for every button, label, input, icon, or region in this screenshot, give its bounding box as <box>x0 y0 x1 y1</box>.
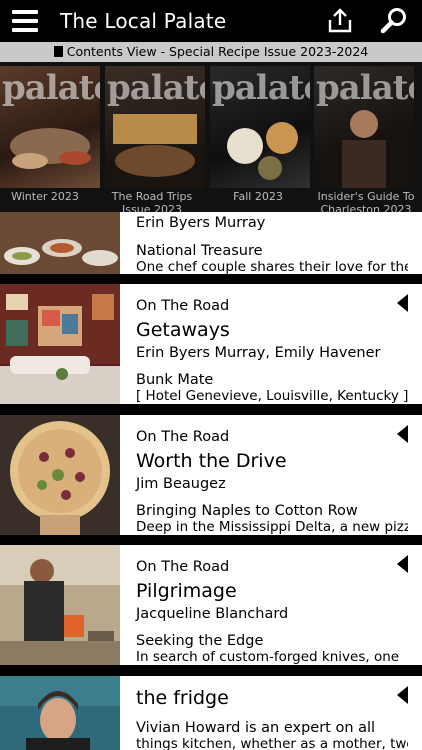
article-card[interactable]: the fridge Vivian Howard is an expert on… <box>0 676 422 750</box>
article-description: In search of custom-forged knives, one <box>136 649 400 665</box>
issue-cover-fall-2023[interactable]: palate <box>210 66 310 188</box>
article-author: Erin Byers Murray, Emily Havener <box>136 345 381 361</box>
article-thumbnail <box>0 284 120 404</box>
article-title: Getaways <box>136 319 230 341</box>
article-subtitle: National Treasure <box>136 243 263 259</box>
contents-view-label: Contents View - Special Recipe Issue 202… <box>66 44 369 59</box>
article-thumbnail <box>0 212 120 274</box>
top-app-bar: The Local Palate <box>0 0 422 42</box>
issue-cover-charleston-2023[interactable]: palate <box>314 66 414 188</box>
article-subtitle: Bringing Naples to Cotton Row <box>136 503 358 519</box>
article-thumbnail <box>0 415 120 535</box>
article-description: things kitchen, whether as a mother, two… <box>136 736 408 750</box>
contents-view-bar: Contents View - Special Recipe Issue 202… <box>0 42 422 62</box>
expand-arrow-icon[interactable] <box>397 555 408 573</box>
article-thumbnail <box>0 545 120 665</box>
article-category: On The Road <box>136 429 230 445</box>
expand-arrow-icon[interactable] <box>397 686 408 704</box>
app-title: The Local Palate <box>60 9 227 33</box>
article-author: Jacqueline Blanchard <box>136 606 289 622</box>
issue-carousel[interactable]: palate palate palate palate Winter 2023 … <box>0 62 422 212</box>
issue-cover-road-trips-2023[interactable]: palate <box>105 66 205 188</box>
article-description: Deep in the Mississippi Delta, a new piz… <box>136 519 408 535</box>
article-card[interactable]: On The Road Worth the Drive Jim Beaugez … <box>0 415 422 535</box>
article-thumbnail <box>0 676 120 750</box>
article-category: On The Road <box>136 298 230 314</box>
article-subtitle: Bunk Mate <box>136 372 214 388</box>
expand-arrow-icon[interactable] <box>397 425 408 443</box>
article-subtitle: Vivian Howard is an expert on all <box>136 720 376 736</box>
person-photo <box>342 110 386 188</box>
food-photo <box>113 114 197 177</box>
food-photo <box>227 122 298 180</box>
issue-label: Fall 2023 <box>233 190 283 203</box>
article-card[interactable]: Erin Byers Murray National Treasure One … <box>0 212 422 274</box>
article-card[interactable]: On The Road Getaways Erin Byers Murray, … <box>0 284 422 404</box>
article-title: the fridge <box>136 687 229 709</box>
article-title: Worth the Drive <box>136 450 287 472</box>
issue-label: Insider's Guide To Charleston 2023 <box>317 190 415 212</box>
article-description: One chef couple shares their love for th… <box>136 259 408 274</box>
article-author: Erin Byers Murray <box>136 215 266 231</box>
issue-cover-winter-2023[interactable]: palate <box>0 66 100 188</box>
search-icon[interactable] <box>380 7 408 35</box>
share-icon[interactable] <box>326 7 354 35</box>
expand-arrow-icon[interactable] <box>397 294 408 312</box>
food-photo <box>10 128 91 169</box>
article-subtitle: Seeking the Edge <box>136 633 264 649</box>
article-card[interactable]: On The Road Pilgrimage Jacqueline Blanch… <box>0 545 422 665</box>
hamburger-menu-icon[interactable] <box>12 10 38 32</box>
article-description: [ Hotel Genevieve, Louisville, Kentucky … <box>136 388 408 404</box>
issue-label: Winter 2023 <box>11 190 79 203</box>
article-author: Jim Beaugez <box>136 476 226 492</box>
article-title: Pilgrimage <box>136 580 237 602</box>
issue-label: The Road Trips Issue 2023 <box>111 190 193 212</box>
article-category: On The Road <box>136 559 230 575</box>
book-icon <box>53 46 63 57</box>
